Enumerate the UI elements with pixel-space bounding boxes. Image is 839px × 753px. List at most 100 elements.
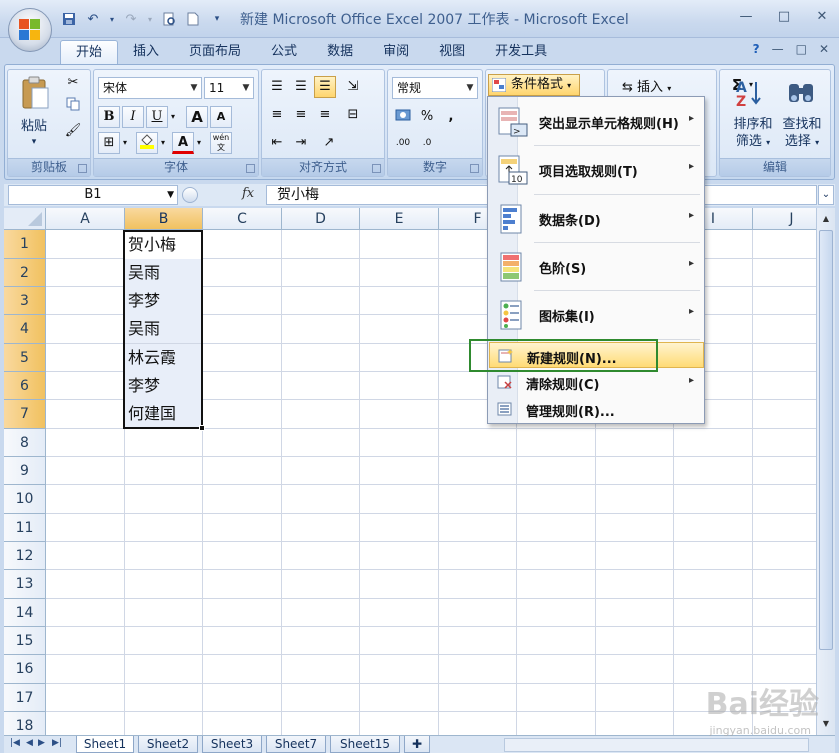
fill-color-icon[interactable] [136, 132, 158, 154]
new-document-icon[interactable] [184, 10, 202, 28]
row-header-7[interactable]: 7 [4, 400, 46, 429]
row-header-14[interactable]: 14 [4, 599, 46, 627]
tab-data[interactable]: 数据 [312, 40, 368, 65]
expand-formula-bar-icon[interactable]: ⌄ [818, 185, 834, 205]
row-header-2[interactable]: 2 [4, 259, 46, 287]
row-header-18[interactable]: 18 [4, 712, 46, 735]
number-dialog-launcher-icon[interactable] [470, 164, 479, 173]
sheet-tab-7[interactable]: Sheet7 [266, 736, 326, 753]
vertical-scroll-thumb[interactable] [819, 230, 833, 650]
insert-function-button[interactable]: fx [242, 186, 254, 201]
maximize-button[interactable]: □ [775, 8, 793, 26]
row-header-13[interactable]: 13 [4, 570, 46, 599]
orientation-icon[interactable]: ↗ [318, 132, 340, 154]
office-button[interactable] [8, 8, 52, 52]
scroll-up-icon[interactable]: ▲ [819, 212, 833, 226]
align-bottom-icon[interactable]: ☰ [314, 76, 336, 98]
format-painter-icon[interactable]: 🖌 [62, 120, 84, 142]
alignment-dialog-launcher-icon[interactable] [372, 164, 381, 173]
sheet-tab-15[interactable]: Sheet15 [330, 736, 400, 753]
name-box[interactable]: B1 ▼ [8, 185, 178, 205]
tab-page-layout[interactable]: 页面布局 [174, 40, 256, 65]
font-color-dropdown-icon[interactable]: ▾ [194, 132, 204, 154]
redo-icon[interactable]: ↷ [122, 10, 140, 28]
align-middle-icon[interactable]: ☰ [290, 76, 312, 98]
cell-b2[interactable]: 吴雨 [125, 259, 203, 287]
paste-button[interactable]: 粘贴 [14, 118, 54, 135]
next-sheet-icon[interactable]: ▶ [38, 738, 45, 748]
row-header-3[interactable]: 3 [4, 287, 46, 315]
menu-item-clear-rules[interactable]: 清除规则(C) ▸ [489, 369, 704, 395]
font-size-select[interactable]: 11 ▼ [204, 77, 254, 99]
row-header-5[interactable]: 5 [4, 344, 46, 372]
redo-dropdown-icon[interactable]: ▾ [146, 10, 154, 28]
cell-b4[interactable]: 吴雨 [125, 315, 203, 343]
cell-b3[interactable]: 李梦 [125, 287, 203, 315]
menu-item-highlight-cells-rules[interactable]: > 突出显示单元格规则(H) ▸ [489, 99, 704, 145]
scroll-down-icon[interactable]: ▼ [819, 717, 833, 731]
tab-insert[interactable]: 插入 [118, 40, 174, 65]
cut-icon[interactable]: ✂ [62, 72, 84, 94]
row-header-4[interactable]: 4 [4, 315, 46, 344]
percent-button[interactable]: % [416, 106, 438, 128]
row-header-16[interactable]: 16 [4, 655, 46, 684]
undo-icon[interactable]: ↶ [84, 10, 102, 28]
row-header-6[interactable]: 6 [4, 372, 46, 400]
fill-color-dropdown-icon[interactable]: ▾ [158, 132, 168, 154]
clipboard-dialog-launcher-icon[interactable] [78, 164, 87, 173]
underline-button[interactable]: U [146, 106, 168, 128]
undo-dropdown-icon[interactable]: ▾ [108, 10, 116, 28]
font-name-select[interactable]: 宋体 ▼ [98, 77, 202, 99]
menu-item-icon-sets[interactable]: 图标集(I) ▸ [489, 292, 704, 338]
menu-item-manage-rules[interactable]: 管理规则(R)... [489, 396, 704, 422]
first-sheet-icon[interactable]: |◀ [10, 738, 20, 748]
cell-b5[interactable]: 林云霞 [125, 344, 203, 372]
column-header-b[interactable]: B [125, 208, 203, 230]
borders-icon[interactable]: ⊞ [98, 132, 120, 154]
copy-icon[interactable] [62, 96, 84, 118]
column-header-e[interactable]: E [360, 208, 439, 230]
help-icon[interactable]: ? [753, 42, 760, 56]
number-format-select[interactable]: 常规 ▼ [392, 77, 478, 99]
row-header-8[interactable]: 8 [4, 429, 46, 457]
comma-button[interactable]: , [440, 106, 462, 128]
column-header-j[interactable]: J [753, 208, 816, 230]
tab-developer[interactable]: 开发工具 [480, 40, 562, 65]
row-header-15[interactable]: 15 [4, 627, 46, 655]
insert-cells-button[interactable]: ⇆ 插入 ▾ [622, 76, 671, 95]
row-header-12[interactable]: 12 [4, 542, 46, 570]
horizontal-scrollbar[interactable] [504, 738, 809, 752]
print-preview-icon[interactable] [160, 10, 178, 28]
select-all-corner[interactable] [4, 208, 46, 230]
decrease-decimal-button[interactable]: .0 [416, 132, 438, 154]
insert-sheet-icon[interactable]: ✚ [404, 736, 430, 753]
borders-dropdown-icon[interactable]: ▾ [120, 132, 130, 154]
row-header-9[interactable]: 9 [4, 457, 46, 485]
align-top-icon[interactable]: ☰ [266, 76, 288, 98]
font-color-button[interactable]: A [172, 132, 194, 154]
sheet-tab-2[interactable]: Sheet2 [138, 736, 198, 753]
menu-item-data-bars[interactable]: 数据条(D) ▸ [489, 196, 704, 242]
tab-review[interactable]: 审阅 [368, 40, 424, 65]
fill-handle[interactable] [199, 425, 205, 431]
row-header-11[interactable]: 11 [4, 514, 46, 542]
increase-decimal-button[interactable]: .00 [392, 132, 414, 154]
column-header-c[interactable]: C [203, 208, 282, 230]
tab-formulas[interactable]: 公式 [256, 40, 312, 65]
decrease-indent-icon[interactable]: ⇤ [266, 132, 288, 154]
merge-center-icon[interactable]: ⊟ [342, 104, 364, 126]
column-header-a[interactable]: A [46, 208, 125, 230]
menu-item-new-rule[interactable]: 新建规则(N)... [489, 342, 704, 368]
paste-icon[interactable] [20, 76, 50, 112]
row-header-17[interactable]: 17 [4, 684, 46, 712]
menu-item-color-scales[interactable]: 色阶(S) ▸ [489, 244, 704, 290]
customize-qat-icon[interactable]: ▾ [208, 10, 226, 28]
italic-button[interactable]: I [122, 106, 144, 128]
row-header-10[interactable]: 10 [4, 485, 46, 514]
font-dialog-launcher-icon[interactable] [246, 164, 255, 173]
align-center-icon[interactable]: ≡ [290, 104, 312, 126]
accounting-format-icon[interactable] [392, 106, 414, 128]
phonetic-guide-button[interactable]: wén 文 [210, 132, 232, 154]
formula-bar-resize-icon[interactable] [182, 187, 198, 203]
align-left-icon[interactable]: ≡ [266, 104, 288, 126]
